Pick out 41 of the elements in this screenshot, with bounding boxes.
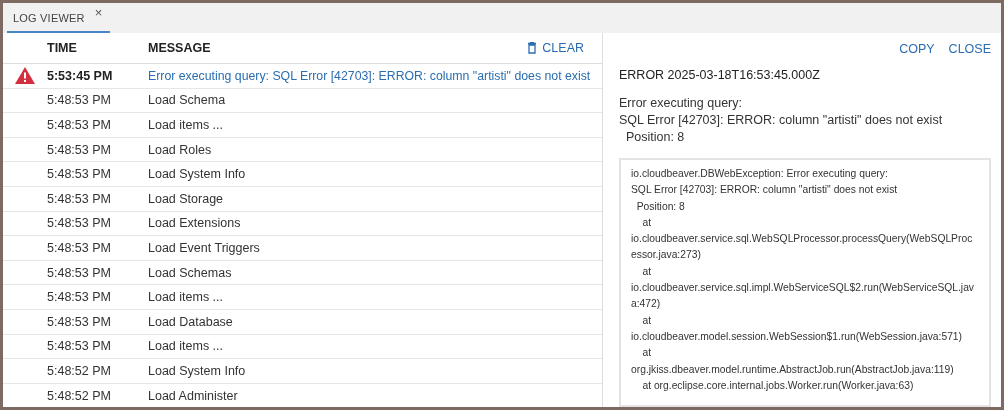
time-cell-text: 5:48:53 PM [47,216,112,231]
tab[interactable]: LOG VIEWER × [7,3,111,33]
close-icon[interactable]: × [94,8,103,17]
time-cell-text: 5:48:53 PM [47,290,112,305]
text-button[interactable]: COPY [899,42,935,56]
message-cell: Load Schemas [148,265,232,280]
message-cell: Load Administer [148,388,238,403]
time-cell-text: 5:48:53 PM [47,339,112,354]
time-cell-text: 5:48:52 PM [47,363,112,378]
message-cell: Load Database [148,314,233,329]
message-cell: Load Schema [148,93,226,108]
message-cell: Load System Info [148,167,246,182]
error-title: ERROR 2025-03-18T16:53:45.000Z [619,68,821,82]
tab-label[interactable]: LOG VIEWER [13,12,85,24]
message-cell: Load Roles [148,142,212,157]
trash-icon [527,42,538,54]
time-cell-text: 5:48:53 PM [47,240,112,255]
time-cell-text: 5:48:53 PM [47,265,112,280]
time-cell-text: 5:48:53 PM [47,314,112,329]
clear-button[interactable]: CLEAR [527,41,584,55]
warning-icon [14,66,36,86]
time-cell-text: 5:48:53 PM [47,93,112,108]
time-cell-text: 5:48:53 PM [47,118,112,132]
stack-trace: io.cloudbeaver.DBWebException: Error executing query: SQL Error [42703]: ERROR: column "artisti" does not exist Position: 8 at io.cloudbeaver.service.sql.WebSQLProcessor.processQuery(WebSQLProc essor.java:273) at io.cloudbeaver.service.sql.impl.WebServiceSQL$2.run(WebServiceSQL.jav a:472) at io.cloudbeaver.model.session.WebSession$1.run(WebSession.java:571) at org.jkiss.dbeaver.model.runtime.AbstractJob.run(AbstractJob.java:119) at org.eclipse.core.internal.jobs.Worker.run(Worker.java:63) [619,158,991,407]
time-cell-text: 5:48:52 PM [47,388,112,403]
message-cell: Load items ... [148,339,224,354]
error-message: Error executing query: SQL Error [42703]: ERROR: column "artisti" does not exist Position: 8 [619,95,944,146]
time-cell-text: 5:48:53 PM [47,167,112,182]
column-header: TIME [47,41,78,55]
time-cell-text: 5:48:53 PM [47,142,112,157]
time-cell-text: 5:48:53 PM [47,191,112,206]
message-cell: Error executing query: SQL Error [42703]: ERROR: column "artisti" does not exist [148,68,591,83]
time-cell-text: 5:53:45 PM [47,68,114,83]
message-cell: Load System Info [148,363,246,378]
message-cell: Load Event Triggers [148,240,260,255]
message-cell: Load items ... [148,118,224,132]
message-cell: Load Storage [148,191,224,206]
column-header: MESSAGE [148,41,211,55]
message-cell: Load Extensions [148,216,241,231]
message-cell: Load items ... [148,290,224,305]
text-button[interactable]: CLOSE [948,42,991,56]
